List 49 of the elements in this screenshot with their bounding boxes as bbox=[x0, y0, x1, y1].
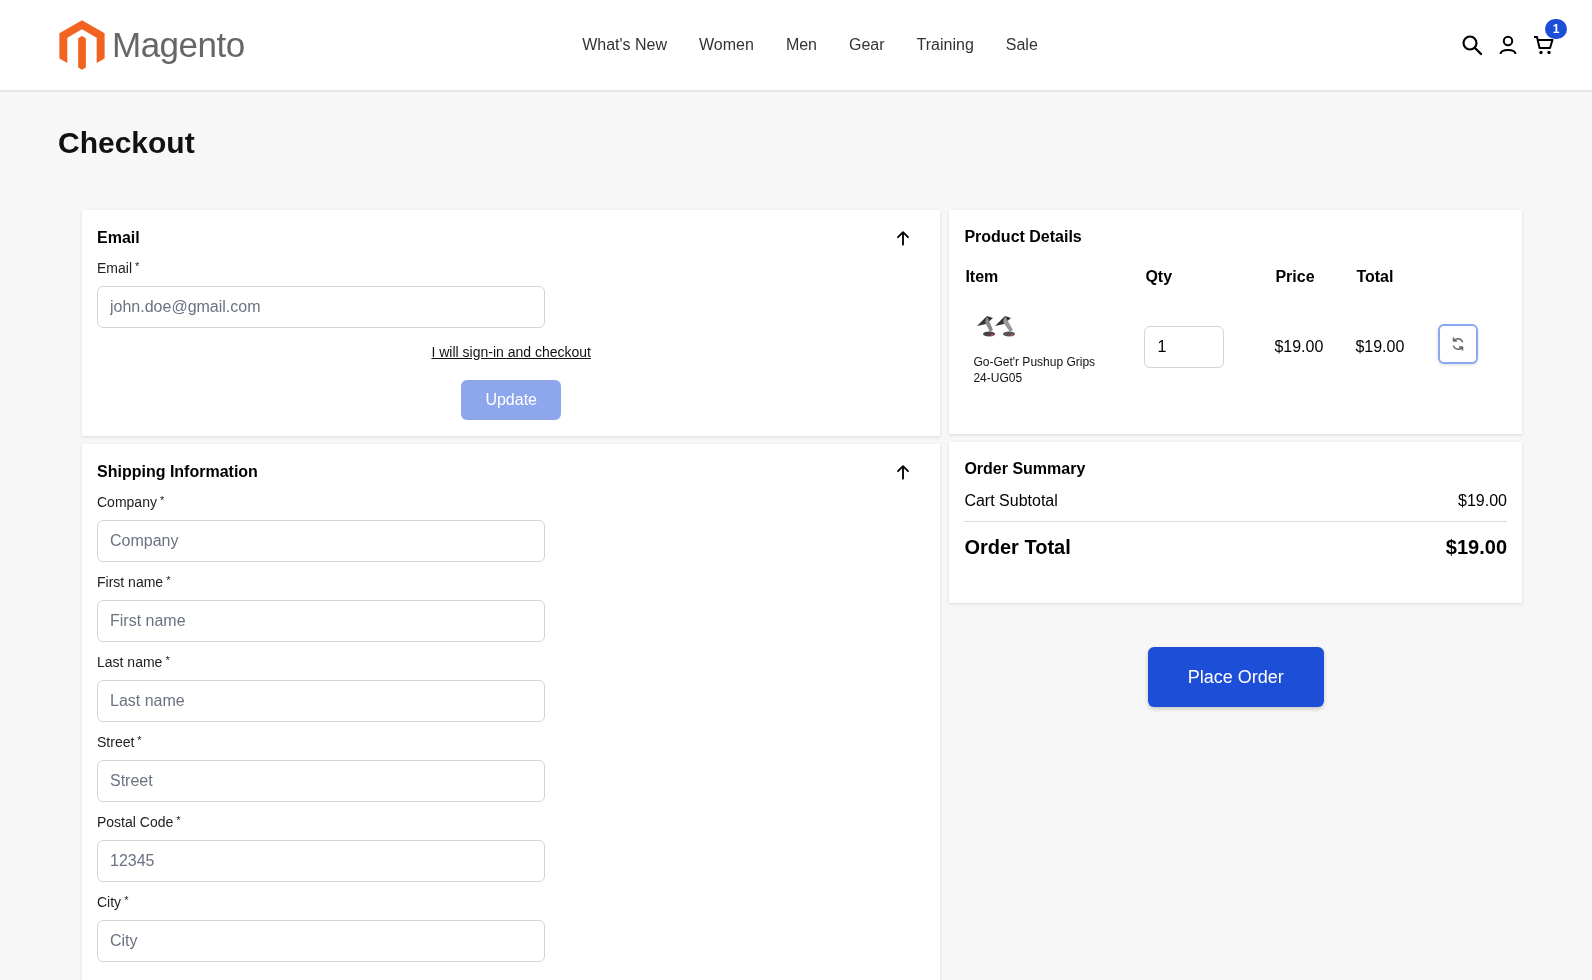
nav-link[interactable]: Training bbox=[916, 36, 974, 54]
field-label: Company bbox=[97, 494, 157, 510]
quantity-field[interactable]: 1 bbox=[1144, 326, 1225, 368]
input-field[interactable]: Company bbox=[97, 520, 545, 562]
nav-link[interactable]: What's New bbox=[582, 36, 668, 54]
price-cell-text: $19.00 bbox=[1274, 337, 1325, 357]
section-title: Order Summary bbox=[964, 460, 1087, 478]
column-header: Item bbox=[964, 268, 1000, 286]
section-title: Email bbox=[97, 229, 140, 247]
required-mark: * bbox=[166, 574, 171, 588]
page-title: Checkout bbox=[58, 126, 196, 160]
input-field[interactable]: First name bbox=[97, 600, 545, 642]
nav-link[interactable]: Sale bbox=[1005, 36, 1038, 54]
required-mark: * bbox=[124, 894, 129, 908]
logo-text[interactable]: Magento bbox=[112, 25, 245, 65]
field-label: Postal Code bbox=[97, 814, 174, 830]
required-mark: * bbox=[165, 654, 170, 668]
required-mark: * bbox=[135, 260, 140, 274]
section-title: Shipping Information bbox=[97, 463, 258, 481]
nav-link[interactable]: Men bbox=[785, 36, 817, 54]
input-field[interactable]: Last name bbox=[97, 680, 545, 722]
field-label: Email bbox=[97, 260, 132, 276]
input-field[interactable]: Street bbox=[97, 760, 545, 802]
nav-link[interactable]: Women bbox=[699, 36, 754, 54]
column-header: Total bbox=[1355, 268, 1395, 286]
input-field[interactable]: john.doe@gmail.com bbox=[97, 286, 545, 328]
subtotal-value: $19.00 bbox=[1458, 492, 1507, 510]
field-label: Last name bbox=[97, 654, 163, 670]
total-cell-text: $19.00 bbox=[1355, 337, 1406, 357]
product-sku: 24-UG05 bbox=[973, 370, 1024, 386]
column-header: Price bbox=[1274, 268, 1316, 286]
column-header: Qty bbox=[1144, 268, 1174, 286]
required-mark: * bbox=[176, 814, 181, 828]
field-label: City bbox=[97, 894, 122, 910]
place-order-button[interactable]: Place Order bbox=[1147, 647, 1324, 707]
section-title: Product Details bbox=[964, 228, 1083, 246]
order-total-value: $19.00 bbox=[1445, 536, 1507, 559]
nav-link[interactable]: Gear bbox=[849, 36, 885, 54]
subtotal-label: Cart Subtotal bbox=[964, 492, 1058, 510]
cart-count-badge: 1 bbox=[1545, 19, 1567, 39]
field-label: First name bbox=[97, 574, 164, 590]
input-field[interactable]: 12345 bbox=[97, 840, 545, 882]
input-field[interactable]: City bbox=[97, 920, 545, 962]
required-mark: * bbox=[137, 734, 142, 748]
field-label: Street bbox=[97, 734, 135, 750]
order-total-label: Order Total bbox=[964, 536, 1071, 559]
sign-in-link[interactable]: I will sign-in and checkout bbox=[431, 344, 591, 360]
required-mark: * bbox=[159, 494, 165, 508]
product-name: Go-Get'r Pushup Grips bbox=[973, 354, 1097, 370]
